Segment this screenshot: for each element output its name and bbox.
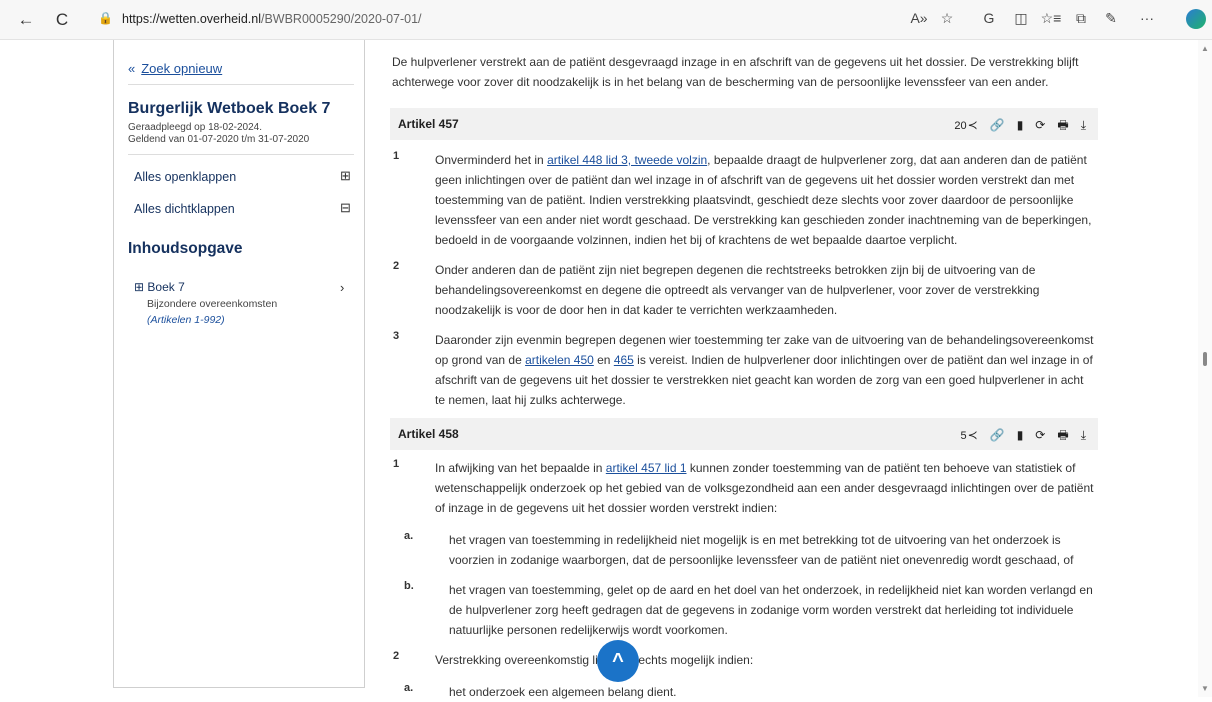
article-toolbar: 5≺ 🔗 ▮ ⟳ 🖶 ⤓ [961,426,1086,447]
info-icon[interactable]: ▮ [1017,428,1024,442]
item-number: 2 [393,650,400,662]
google-extension-icon[interactable]: G [978,10,1000,26]
double-chevron-left-icon: « [128,61,136,76]
split-screen-icon[interactable]: ◫ [1010,10,1032,27]
validity-period: Geldend van 01-07-2020 t/m 31-07-2020 [128,134,310,145]
item-number: 2 [393,260,400,272]
intro-paragraph: De hulpverlener verstrekt aan de patiënt… [392,55,1079,89]
item-text: In afwijking van het bepaalde in artikel… [435,461,1094,515]
consulted-date: Geraadpleegd op 18-02-2024. [128,122,262,133]
article-link[interactable]: artikel 457 lid 1 [606,461,687,475]
item-letter: b. [404,580,414,592]
scrollbar-thumb[interactable] [1203,352,1207,366]
toc-title: Inhoudsopgave [128,240,243,257]
divider [128,154,354,155]
item-number: 1 [393,150,400,162]
toc-item-range: (Artikelen 1-992) [147,314,225,326]
copilot-icon[interactable] [1186,9,1206,29]
download-icon[interactable]: ⤓ [1081,428,1086,443]
item-number: 3 [393,330,400,342]
item-text: Daaronder zijn evenmin begrepen degenen … [435,333,1094,407]
collapse-minus-icon[interactable]: ⊟ [340,200,351,216]
reference-count: 20 [954,120,967,132]
url-text[interactable]: https://wetten.overheid.nl/BWBR0005290/2… [122,12,422,26]
article-toolbar: 20≺ 🔗 ▮ ⟳ 🖶 ⤓ [954,116,1086,137]
collections-icon[interactable]: ⧉ [1070,10,1092,27]
toc-item-boek-7[interactable]: ⊞ Boek 7 [134,280,185,294]
article-link[interactable]: 465 [614,353,634,367]
page-scrollbar[interactable]: ▲ ▼ [1198,40,1212,697]
scroll-down-arrow-icon[interactable]: ▼ [1201,684,1209,693]
scroll-up-arrow-icon[interactable]: ▲ [1201,44,1209,53]
article-link[interactable]: artikelen 450 [525,353,594,367]
law-title: Burgerlijk Wetboek Boek 7 [128,100,331,117]
reference-count: 5 [960,430,967,442]
address-bar[interactable]: 🔒 https://wetten.overheid.nl/BWBR0005290… [88,6,878,34]
item-letter: a. [404,682,414,694]
lock-icon: 🔒 [98,11,113,25]
compare-icon[interactable]: ⟳ [1035,428,1045,442]
item-letter: a. [404,530,414,542]
divider [128,84,354,85]
compare-icon[interactable]: ⟳ [1035,118,1045,132]
scroll-to-top-button[interactable]: ^ [597,640,639,682]
extension-icon[interactable]: ✎ [1100,10,1122,27]
permalink-icon[interactable]: 🔗 [990,118,1005,132]
expand-plus-icon[interactable]: ⊞ [340,168,351,184]
read-aloud-icon[interactable]: A» [908,10,930,26]
reload-icon[interactable]: C [50,8,74,32]
article-title: Artikel 457 [398,117,459,131]
item-text: het vragen van toestemming in redelijkhe… [449,533,1074,567]
collapse-all-link[interactable]: Alles dichtklappen [134,202,235,216]
item-number: 1 [393,458,400,470]
favorite-star-icon[interactable]: ☆ [936,10,958,27]
page: «Zoek opnieuw Burgerlijk Wetboek Boek 7 … [0,40,1212,699]
sidebar: «Zoek opnieuw Burgerlijk Wetboek Boek 7 … [113,40,365,688]
share-icon[interactable]: ≺ [968,118,978,132]
item-text: het vragen van toestemming, gelet op de … [449,583,1093,637]
toc-item-subtitle: Bijzondere overeenkomsten [147,298,278,310]
item-text: het onderzoek een algemeen belang dient. [449,685,677,699]
more-menu-icon[interactable]: ··· [1136,10,1158,26]
expand-all-link[interactable]: Alles openklappen [134,170,236,184]
browser-toolbar: ← C 🔒 https://wetten.overheid.nl/BWBR000… [0,0,1212,40]
item-text: Onverminderd het in artikel 448 lid 3, t… [435,153,1092,247]
download-icon[interactable]: ⤓ [1081,118,1086,133]
favorites-list-icon[interactable]: ☆≡ [1040,10,1062,27]
article-link[interactable]: artikel 448 lid 3, tweede volzin [547,153,707,167]
article-header-458: Artikel 458 5≺ 🔗 ▮ ⟳ 🖶 ⤓ [390,418,1098,450]
print-icon[interactable]: 🖶 [1057,426,1068,447]
chevron-right-icon[interactable]: › [340,280,344,295]
item-text: Onder anderen dan de patiënt zijn niet b… [435,263,1040,317]
item-text: Verstrekking overeenkomstig lid 1 is sle… [435,653,754,667]
permalink-icon[interactable]: 🔗 [990,428,1005,442]
article-header-457: Artikel 457 20≺ 🔗 ▮ ⟳ 🖶 ⤓ [390,108,1098,140]
back-arrow-icon[interactable]: ← [14,8,38,32]
print-icon[interactable]: 🖶 [1057,116,1068,137]
article-title: Artikel 458 [398,427,459,441]
share-icon[interactable]: ≺ [968,428,978,442]
search-again-link[interactable]: «Zoek opnieuw [128,61,222,76]
info-icon[interactable]: ▮ [1017,118,1024,132]
